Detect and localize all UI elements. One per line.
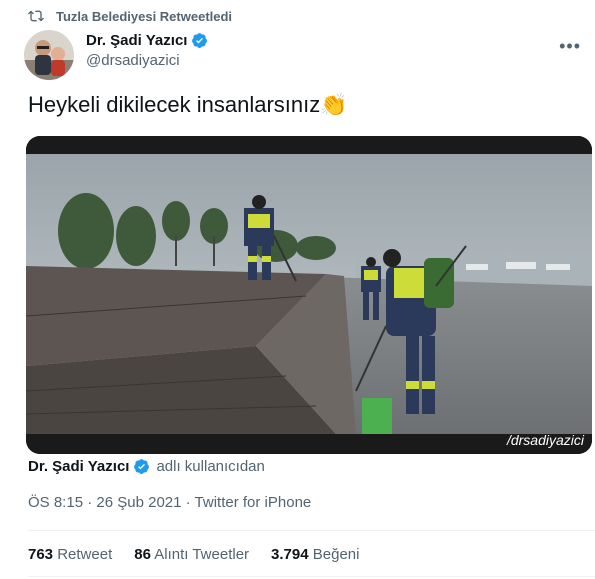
- retweet-count[interactable]: 763 Retweet: [28, 546, 112, 563]
- retweet-header[interactable]: Tuzla Belediyesi Retweetledi: [28, 6, 232, 26]
- verified-badge-icon: [192, 33, 208, 48]
- source-name[interactable]: Dr. Şadi Yazıcı: [28, 458, 129, 475]
- meta-separator: ·: [87, 494, 93, 511]
- author-name[interactable]: Dr. Şadi Yazıcı: [86, 32, 187, 49]
- verified-badge-icon: [134, 459, 150, 474]
- tweet-body: Heykeli dikilecek insanlarsınız: [28, 92, 321, 117]
- clapping-hands-emoji: 👏: [320, 92, 348, 117]
- divider: [28, 530, 595, 531]
- video-watermark: /drsadiyazici: [506, 432, 584, 448]
- meta-separator: ·: [185, 494, 191, 511]
- source-suffix: adlı kullanıcıdan: [156, 458, 265, 475]
- tweet-stats: 763 Retweet 86 Alıntı Tweetler 3.794 Beğ…: [28, 546, 381, 563]
- author-handle[interactable]: @drsadiyazici: [86, 52, 208, 69]
- tweet-meta: ÖS 8:15 · 26 Şub 2021 · Twitter for iPho…: [28, 494, 311, 511]
- author-block[interactable]: Dr. Şadi Yazıcı @drsadiyazici: [86, 32, 208, 69]
- media-source-attribution[interactable]: Dr. Şadi Yazıcı adlı kullanıcıdan: [28, 458, 265, 475]
- divider: [28, 576, 595, 577]
- retweet-icon: [28, 10, 44, 22]
- avatar[interactable]: [24, 30, 74, 80]
- more-options-icon[interactable]: •••: [559, 36, 581, 57]
- like-count[interactable]: 3.794 Beğeni: [271, 546, 359, 563]
- tweet-client[interactable]: Twitter for iPhone: [195, 494, 312, 511]
- retweet-label: Tuzla Belediyesi Retweetledi: [56, 8, 233, 24]
- tweet-text: Heykeli dikilecek insanlarsınız 👏: [28, 92, 348, 118]
- tweet-time[interactable]: ÖS 8:15: [28, 494, 83, 511]
- tweet-video[interactable]: /drsadiyazici: [26, 136, 592, 454]
- quote-tweet-count[interactable]: 86 Alıntı Tweetler: [134, 546, 249, 563]
- tweet-date[interactable]: 26 Şub 2021: [96, 494, 181, 511]
